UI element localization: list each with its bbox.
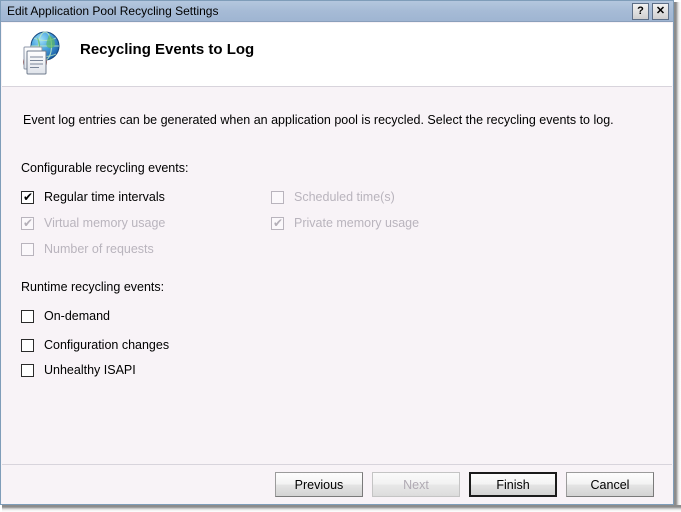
checkbox-scheduled-times: Scheduled time(s) [271,189,395,205]
checkbox-configuration-changes[interactable]: Configuration changes [21,337,169,353]
checkbox-box[interactable]: ✔ [21,189,34,204]
close-button[interactable]: ✕ [652,3,669,20]
checkbox-box[interactable] [21,338,34,352]
runtime-events-label: Runtime recycling events: [21,280,165,294]
check-icon: ✔ [23,189,34,204]
checkbox-box: ✔ [21,215,34,230]
check-icon [23,242,34,256]
checkbox-box [271,190,284,204]
check-icon: ✔ [273,215,284,230]
checkbox-virtual-memory-usage: ✔ Virtual memory usage [21,215,165,231]
page-title: Recycling Events to Log [80,41,255,58]
checkbox-label: Private memory usage [294,216,420,230]
help-button[interactable]: ? [632,3,649,20]
dialog-window: Edit Application Pool Recycling Settings… [0,0,674,505]
dialog-header: Recycling Events to Log [2,23,672,87]
checkbox-box[interactable] [21,309,34,323]
previous-button[interactable]: Previous [275,472,363,497]
check-icon [23,363,34,377]
checkbox-label: Configuration changes [44,338,170,352]
window-title: Edit Application Pool Recycling Settings [7,4,219,18]
finish-button[interactable]: Finish [469,472,557,497]
check-icon [23,309,34,323]
next-button: Next [372,472,460,497]
checkbox-box [21,242,34,256]
checkbox-label: Unhealthy ISAPI [44,363,136,377]
checkbox-regular-time-intervals[interactable]: ✔ Regular time intervals [21,189,165,205]
dialog-body: Event log entries can be generated when … [2,87,672,464]
configurable-events-label: Configurable recycling events: [21,161,189,175]
checkbox-box[interactable] [21,363,34,377]
checkbox-number-of-requests: Number of requests [21,241,154,257]
title-bar-buttons: ? ✕ [632,3,669,20]
checkbox-private-memory-usage: ✔ Private memory usage [271,215,419,231]
intro-text: Event log entries can be generated when … [23,113,614,127]
title-bar: Edit Application Pool Recycling Settings… [1,1,673,22]
checkbox-unhealthy-isapi[interactable]: Unhealthy ISAPI [21,362,136,378]
dialog-footer: Previous Next Finish Cancel [2,464,672,504]
checkbox-label: Number of requests [44,242,154,256]
checkbox-label: Scheduled time(s) [294,190,395,204]
window-shadow-right [674,2,681,512]
checkbox-box: ✔ [271,215,284,230]
check-icon [273,190,284,204]
checkbox-label: On-demand [44,309,111,323]
cancel-button[interactable]: Cancel [566,472,654,497]
check-icon [23,338,34,352]
window-shadow-bottom [2,505,681,512]
application-pool-globe-icon [15,29,63,77]
footer-button-group: Previous Next Finish Cancel [275,472,654,497]
check-icon: ✔ [23,215,34,230]
checkbox-label: Regular time intervals [44,190,165,204]
checkbox-on-demand[interactable]: On-demand [21,308,110,324]
checkbox-label: Virtual memory usage [44,216,166,230]
